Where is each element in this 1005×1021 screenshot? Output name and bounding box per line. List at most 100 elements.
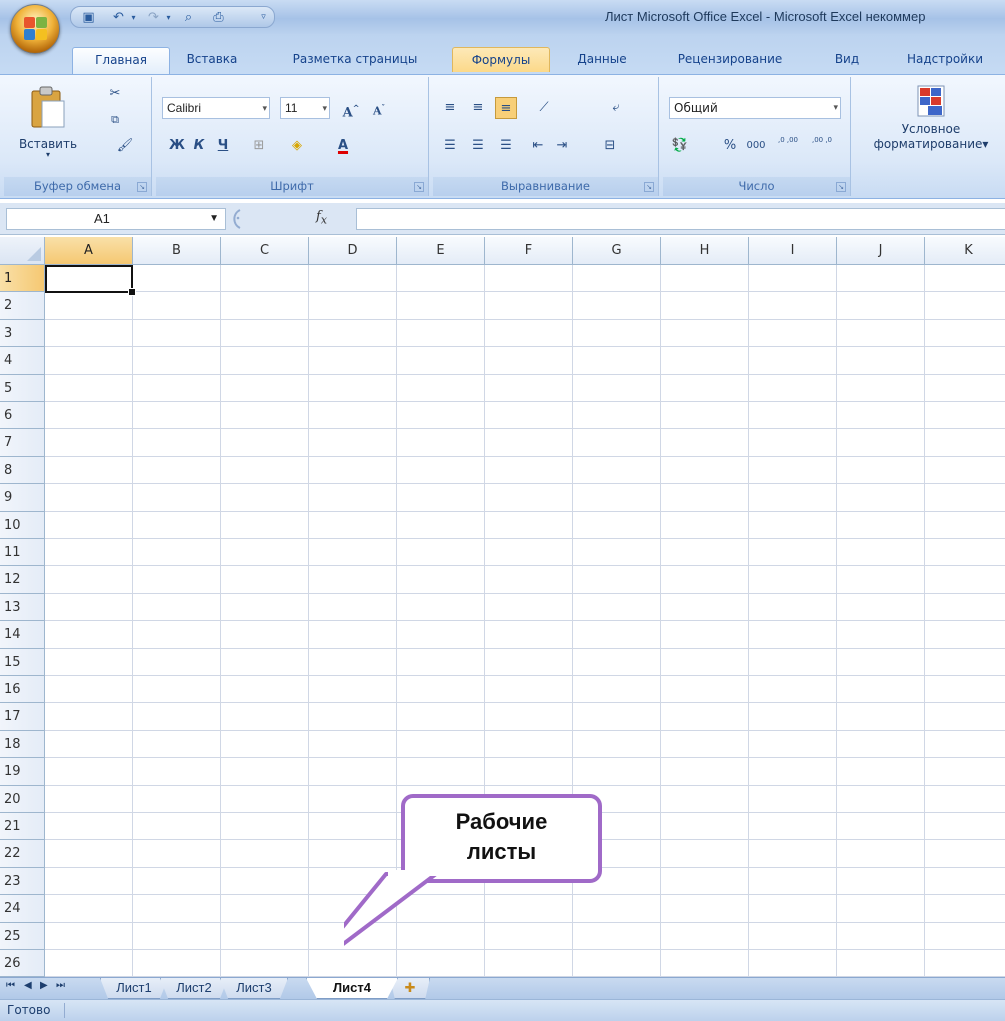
decrease-decimal-icon[interactable]: ,00 ,0 <box>807 135 837 157</box>
formula-input[interactable] <box>356 208 1005 230</box>
save-icon[interactable]: ▣ <box>81 10 96 25</box>
redo-icon[interactable]: ↷ <box>146 10 161 25</box>
tab-insert[interactable]: Вставка <box>180 47 244 72</box>
conditional-formatting-button[interactable]: Условное форматирование▾ <box>859 81 1003 173</box>
next-sheet-icon[interactable]: ▶ <box>40 980 48 991</box>
borders-icon[interactable]: ⊞ <box>248 135 270 157</box>
row-header-23[interactable]: 23 <box>0 867 45 896</box>
column-header-g[interactable]: G <box>573 237 661 265</box>
copy-icon[interactable]: ⧉ <box>104 109 126 131</box>
sheet-tab-4[interactable]: Лист4 <box>306 978 398 999</box>
row-header-22[interactable]: 22 <box>0 840 45 868</box>
customize-toolbar-icon[interactable]: ▿ <box>256 10 271 25</box>
bold-button[interactable]: Ж <box>166 135 188 157</box>
italic-button[interactable]: К <box>188 135 210 157</box>
row-header-9[interactable]: 9 <box>0 484 45 512</box>
fill-color-icon[interactable]: ◈ <box>286 135 308 157</box>
active-cell[interactable] <box>45 265 136 296</box>
row-header-1[interactable]: 1 <box>0 265 45 293</box>
row-header-18[interactable]: 18 <box>0 730 45 759</box>
undo-icon[interactable]: ↶ <box>111 10 126 25</box>
column-header-d[interactable]: D <box>309 237 397 265</box>
font-name-combo[interactable]: Calibri ▾ <box>162 97 270 119</box>
last-sheet-icon[interactable]: ⏭ <box>56 980 65 991</box>
tab-addins[interactable]: Надстройки <box>895 47 995 72</box>
row-header-4[interactable]: 4 <box>0 347 45 375</box>
row-header-3[interactable]: 3 <box>0 319 45 348</box>
orientation-icon[interactable]: ⟋ <box>533 97 555 119</box>
row-header-5[interactable]: 5 <box>0 374 45 402</box>
column-header-i[interactable]: I <box>749 237 837 265</box>
clipboard-dialog-launcher-icon[interactable]: ↘ <box>137 182 147 192</box>
tab-data[interactable]: Данные <box>568 47 636 72</box>
row-header-25[interactable]: 25 <box>0 922 45 950</box>
prev-sheet-icon[interactable]: ◀ <box>24 980 32 991</box>
column-header-f[interactable]: F <box>485 237 573 265</box>
row-header-19[interactable]: 19 <box>0 758 45 786</box>
row-header-6[interactable]: 6 <box>0 402 45 430</box>
tab-home[interactable]: Главная <box>72 47 170 74</box>
merge-center-icon[interactable]: ⊟ <box>599 135 621 157</box>
cut-icon[interactable]: ✂ <box>104 83 126 105</box>
align-center-icon[interactable]: ☰ <box>467 135 489 157</box>
align-right-icon[interactable]: ☰ <box>495 135 517 157</box>
row-header-26[interactable]: 26 <box>0 950 45 977</box>
sheet-tab-3[interactable]: Лист3 <box>220 978 288 999</box>
sheet-tab-2[interactable]: Лист2 <box>160 978 228 999</box>
row-header-8[interactable]: 8 <box>0 456 45 485</box>
row-header-11[interactable]: 11 <box>0 539 45 567</box>
first-sheet-icon[interactable]: ⏮ <box>6 980 15 991</box>
tab-formulas[interactable]: Формулы <box>452 47 550 72</box>
decrease-indent-icon[interactable]: ⇤ <box>527 135 549 157</box>
select-all-button[interactable] <box>0 237 45 265</box>
shrink-font-icon[interactable]: Aˇ <box>368 97 390 119</box>
row-header-13[interactable]: 13 <box>0 593 45 622</box>
column-header-h[interactable]: H <box>661 237 749 265</box>
row-header-17[interactable]: 17 <box>0 703 45 731</box>
number-format-combo[interactable]: Общий ▾ <box>669 97 841 119</box>
column-header-j[interactable]: J <box>837 237 925 265</box>
currency-icon[interactable]: 💱 <box>669 135 691 157</box>
font-dialog-launcher-icon[interactable]: ↘ <box>414 182 424 192</box>
column-header-a[interactable]: A <box>45 237 133 265</box>
tab-review[interactable]: Рецензирование <box>665 47 795 72</box>
name-box-dropdown-icon[interactable]: ▼ <box>209 209 219 229</box>
font-color-icon[interactable]: A <box>332 135 354 157</box>
underline-button[interactable]: Ч <box>212 135 234 157</box>
column-header-e[interactable]: E <box>397 237 485 265</box>
row-header-12[interactable]: 12 <box>0 566 45 594</box>
format-painter-icon[interactable]: 🖌 <box>114 135 136 157</box>
number-dialog-launcher-icon[interactable]: ↘ <box>836 182 846 192</box>
row-header-7[interactable]: 7 <box>0 429 45 457</box>
percent-button[interactable]: % <box>719 135 741 157</box>
print-preview-icon[interactable]: ⌕ <box>181 10 196 25</box>
row-header-15[interactable]: 15 <box>0 648 45 676</box>
thousands-button[interactable]: 000 <box>743 135 769 157</box>
sheet-tab-1[interactable]: Лист1 <box>100 978 168 999</box>
increase-decimal-icon[interactable]: ,0 ,00 <box>773 135 803 157</box>
column-header-k[interactable]: K <box>925 237 1005 265</box>
align-top-icon[interactable]: ≡ <box>439 97 461 119</box>
align-bottom-icon[interactable]: ≡ <box>495 97 517 119</box>
row-header-21[interactable]: 21 <box>0 813 45 841</box>
column-header-c[interactable]: C <box>221 237 309 265</box>
paste-button[interactable]: Вставить ▾ <box>14 82 82 168</box>
office-button[interactable] <box>10 4 60 54</box>
print-icon[interactable]: ⎙ <box>211 10 226 25</box>
undo-dropdown-icon[interactable]: ▾ <box>126 10 141 25</box>
font-size-combo[interactable]: 11 ▾ <box>280 97 330 119</box>
row-header-20[interactable]: 20 <box>0 785 45 813</box>
insert-function-icon[interactable]: fx <box>316 209 327 227</box>
align-left-icon[interactable]: ☰ <box>439 135 461 157</box>
tab-view[interactable]: Вид <box>828 47 866 72</box>
tab-page-layout[interactable]: Разметка страницы <box>280 47 430 72</box>
row-header-16[interactable]: 16 <box>0 676 45 704</box>
row-header-2[interactable]: 2 <box>0 292 45 320</box>
align-middle-icon[interactable]: ≡ <box>467 97 489 119</box>
row-header-14[interactable]: 14 <box>0 621 45 649</box>
grow-font-icon[interactable]: A^ <box>340 97 362 120</box>
increase-indent-icon[interactable]: ⇥ <box>551 135 573 157</box>
row-header-10[interactable]: 10 <box>0 511 45 539</box>
row-header-24[interactable]: 24 <box>0 895 45 923</box>
column-header-b[interactable]: B <box>133 237 221 265</box>
